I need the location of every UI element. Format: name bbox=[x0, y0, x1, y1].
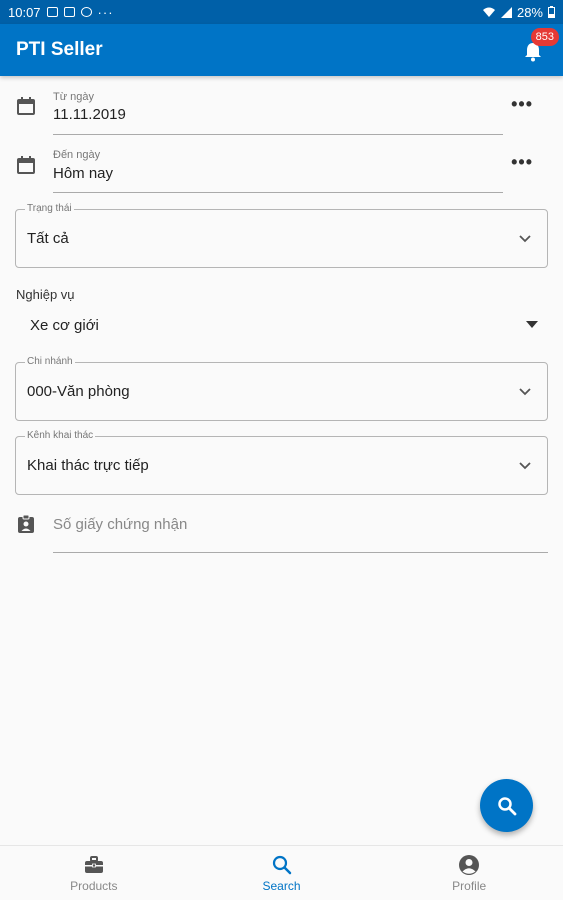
calendar-icon bbox=[17, 156, 35, 174]
channel-dropdown[interactable]: Kênh khai thác Khai thác trực tiếp bbox=[15, 430, 548, 495]
from-date-row[interactable]: Từ ngày 11.11.2019 ••• bbox=[0, 86, 563, 144]
nav-products-label: Products bbox=[70, 879, 118, 893]
status-value: Tất cả bbox=[27, 230, 69, 247]
app-title: PTI Seller bbox=[16, 39, 103, 60]
clipboard-account-icon bbox=[18, 514, 34, 533]
to-date-value[interactable]: Hôm nay bbox=[53, 165, 113, 182]
channel-legend: Kênh khai thác bbox=[25, 430, 96, 441]
chevron-down-icon bbox=[519, 235, 531, 243]
app-bar: PTI Seller 853 bbox=[0, 24, 563, 76]
news-notification-icon bbox=[63, 7, 75, 17]
nav-profile-label: Profile bbox=[452, 879, 487, 893]
sync-notification-icon bbox=[80, 7, 92, 17]
certificate-underline bbox=[53, 552, 548, 553]
to-date-row[interactable]: Đến ngày Hôm nay ••• bbox=[0, 144, 563, 202]
to-date-underline bbox=[53, 192, 503, 193]
status-dropdown[interactable]: Trạng thái Tất cả bbox=[15, 203, 548, 268]
search-icon bbox=[272, 855, 291, 875]
channel-value: Khai thác trực tiếp bbox=[27, 457, 149, 474]
to-date-label: Đến ngày bbox=[53, 149, 101, 161]
account-circle-icon bbox=[459, 855, 480, 875]
wifi-icon bbox=[482, 7, 495, 17]
bottom-navigation: Products Search Profile bbox=[0, 845, 563, 900]
more-notifications-indicator: ··· bbox=[97, 4, 114, 20]
business-label: Nghiệp vụ bbox=[16, 287, 75, 302]
briefcase-icon bbox=[84, 856, 103, 873]
chevron-down-icon bbox=[519, 388, 531, 396]
battery-percent: 28% bbox=[516, 4, 543, 20]
from-date-underline bbox=[53, 134, 503, 135]
from-date-label: Từ ngày bbox=[53, 91, 94, 103]
chevron-down-icon bbox=[519, 462, 531, 470]
branch-legend: Chi nhánh bbox=[25, 356, 75, 367]
status-time: 10:07 bbox=[8, 4, 41, 20]
image-notification-icon bbox=[46, 7, 58, 17]
certificate-number-input[interactable]: Số giấy chứng nhận bbox=[53, 516, 187, 533]
battery-icon bbox=[548, 6, 555, 18]
status-legend: Trạng thái bbox=[25, 203, 74, 214]
business-value[interactable]: Xe cơ giới bbox=[30, 317, 99, 334]
search-fab[interactable] bbox=[480, 779, 533, 832]
signal-icon bbox=[500, 6, 512, 18]
branch-value: 000-Văn phòng bbox=[27, 383, 130, 400]
nav-profile[interactable]: Profile bbox=[375, 846, 563, 900]
calendar-icon bbox=[17, 97, 35, 115]
branch-dropdown[interactable]: Chi nhánh 000-Văn phòng bbox=[15, 356, 548, 421]
from-date-more-button[interactable]: ••• bbox=[511, 94, 533, 115]
from-date-value[interactable]: 11.11.2019 bbox=[53, 106, 126, 123]
nav-search[interactable]: Search bbox=[188, 846, 376, 900]
notification-badge: 853 bbox=[530, 28, 559, 46]
nav-search-label: Search bbox=[262, 879, 301, 893]
nav-products[interactable]: Products bbox=[0, 846, 188, 900]
dropdown-arrow-icon[interactable] bbox=[526, 321, 538, 328]
to-date-more-button[interactable]: ••• bbox=[511, 152, 533, 173]
search-icon bbox=[497, 796, 516, 815]
status-bar: 10:07 ··· 28% bbox=[0, 0, 563, 24]
